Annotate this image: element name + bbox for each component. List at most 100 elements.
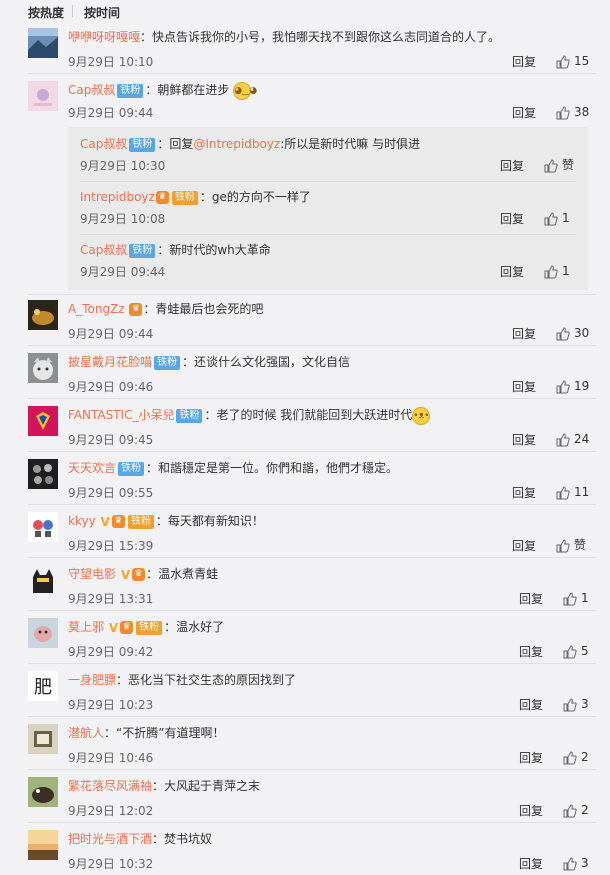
- thumbs-up-icon: [556, 432, 570, 446]
- comment-text: ：快点告诉我你的小号，我怕哪天找不到跟你这么志同道合的人了。: [140, 30, 501, 44]
- comment-content: 繁花落尽风满袖：大风起于青萍之末: [68, 777, 260, 795]
- verified-v-icon: V: [100, 514, 110, 529]
- avatar[interactable]: [28, 830, 58, 860]
- comment-content: 莫上邪 V ♛ 铁粉 ：温水好了: [68, 618, 224, 636]
- like-count: 30: [574, 326, 590, 340]
- username[interactable]: 把时光与酒下酒: [68, 832, 152, 846]
- like-button[interactable]: 2: [563, 801, 589, 819]
- like-button[interactable]: 3: [563, 695, 589, 713]
- like-button[interactable]: 19: [556, 377, 589, 395]
- like-button[interactable]: 38: [556, 103, 589, 121]
- reply-item: Intrepidboyz ♛ 铁粉 ：ge的方向不一样了 9月29日 10:08 回复…: [68, 188, 588, 235]
- username[interactable]: kkyy: [68, 514, 96, 528]
- username[interactable]: 一身肥膘: [68, 673, 116, 687]
- username[interactable]: Cap叔叔: [68, 83, 115, 97]
- thumbs-up-icon: [563, 856, 577, 870]
- divider: [28, 663, 596, 664]
- reply-button[interactable]: 回复: [512, 326, 536, 342]
- reply-button[interactable]: 回复: [500, 158, 524, 174]
- reply-button[interactable]: 回复: [512, 432, 536, 448]
- like-button[interactable]: 24: [556, 430, 589, 448]
- comment-time: 9月29日 15:39: [68, 539, 154, 553]
- reply-button[interactable]: 回复: [519, 591, 543, 607]
- thumbs-up-icon: [563, 591, 577, 605]
- like-button[interactable]: 3: [563, 854, 589, 872]
- reply-text: ：新时代的wh大革命: [157, 243, 271, 257]
- avatar[interactable]: [28, 565, 58, 595]
- like-button[interactable]: 1: [544, 209, 570, 227]
- reply-button[interactable]: 回复: [519, 856, 543, 872]
- reply-button[interactable]: 回复: [512, 538, 536, 554]
- like-button[interactable]: 15: [556, 52, 589, 70]
- reply-button[interactable]: 回复: [512, 485, 536, 501]
- avatar[interactable]: [28, 618, 58, 648]
- like-button[interactable]: 30: [556, 324, 589, 342]
- username[interactable]: Cap叔叔: [80, 243, 127, 257]
- comment-content: 潜航人：“不折腾”有道理啊！: [68, 724, 224, 742]
- username[interactable]: 披星戴月花脸喵: [68, 355, 152, 369]
- comment-item: 繁花落尽风满袖：大风起于青萍之末 9月29日 12:02 回复 2: [0, 777, 610, 823]
- comment-text: ：每天都有新知识！: [155, 514, 264, 528]
- comment-text: ：和諧穩定是第一位。你們和諧，他們才穩定。: [146, 461, 399, 475]
- reply-button[interactable]: 回复: [512, 105, 536, 121]
- comment-text: ：还谈什么文化强国，文化自信: [182, 355, 351, 369]
- avatar[interactable]: [28, 512, 58, 542]
- comment-item: 莫上邪 V ♛ 铁粉 ：温水好了 9月29日 09:42 回复 5: [0, 618, 610, 664]
- divider: [80, 234, 576, 235]
- avatar[interactable]: [28, 777, 58, 807]
- username[interactable]: 繁花落尽风满袖: [68, 779, 152, 793]
- username[interactable]: 潜航人: [68, 726, 104, 740]
- username[interactable]: Cap叔叔: [80, 137, 127, 151]
- comment-content: kkyy V ♛ 铁粉 ：每天都有新知识！: [68, 512, 264, 530]
- reply-text-2: :所以是新时代嘛 与时俱进: [280, 137, 421, 151]
- reply-button[interactable]: 回复: [519, 697, 543, 713]
- like-button[interactable]: 1: [563, 589, 589, 607]
- like-button[interactable]: 赞: [556, 536, 586, 554]
- sort-by-time-tab[interactable]: 按时间: [84, 4, 120, 21]
- avatar[interactable]: [28, 724, 58, 754]
- reply-content: Cap叔叔 铁粉 ：回复@Intrepidboyz:所以是新时代嘛 与时俱进: [80, 135, 420, 153]
- comment-item: 披星戴月花脸喵 铁粉 ：还谈什么文化强国，文化自信 9月29日 09:46 回复 1…: [0, 353, 610, 399]
- username[interactable]: 咿咿呀呀嘎嘎: [68, 30, 140, 44]
- reply-button[interactable]: 回复: [519, 750, 543, 766]
- avatar[interactable]: [28, 459, 58, 489]
- thumbs-up-icon: [556, 105, 570, 119]
- username[interactable]: 天天欢言: [68, 461, 116, 475]
- reply-button[interactable]: 回复: [500, 211, 524, 227]
- reply-button[interactable]: 回复: [519, 644, 543, 660]
- comment-text: ：温水好了: [164, 620, 225, 634]
- avatar[interactable]: 肥: [28, 671, 58, 701]
- fan-badge: 铁粉: [171, 190, 198, 205]
- thumbs-up-icon: [556, 326, 570, 340]
- comment-time: 9月29日 09:45: [68, 433, 154, 447]
- comment-content: 咿咿呀呀嘎嘎：快点告诉我你的小号，我怕哪天找不到跟你这么志同道合的人了。: [68, 28, 500, 46]
- username[interactable]: 莫上邪: [68, 620, 104, 634]
- username[interactable]: A_TongZz: [68, 302, 125, 316]
- username[interactable]: 守望电影: [68, 567, 116, 581]
- mention-link[interactable]: @Intrepidboyz: [193, 137, 280, 151]
- like-button[interactable]: 11: [556, 483, 589, 501]
- like-button[interactable]: 赞: [544, 156, 574, 174]
- reply-button[interactable]: 回复: [500, 264, 524, 280]
- username[interactable]: Intrepidboyz: [80, 190, 155, 204]
- avatar[interactable]: [28, 81, 58, 111]
- comment-content: 把时光与酒下酒：焚书坑奴: [68, 830, 212, 848]
- avatar[interactable]: [28, 406, 58, 436]
- reply-button[interactable]: 回复: [512, 54, 536, 70]
- like-count: 15: [574, 54, 590, 68]
- avatar[interactable]: [28, 353, 58, 383]
- comment-content: Cap叔叔 铁粉 ：朝鲜都在进步 ◕‿◕: [68, 81, 257, 100]
- sort-by-hot-tab[interactable]: 按热度: [28, 4, 64, 21]
- like-button[interactable]: 2: [563, 748, 589, 766]
- username[interactable]: FANTASTIC_小呆兒: [68, 408, 174, 422]
- divider: [28, 345, 596, 346]
- reply-button[interactable]: 回复: [512, 379, 536, 395]
- comment-time: 9月29日 10:46: [68, 751, 154, 765]
- reply-button[interactable]: 回复: [519, 803, 543, 819]
- avatar[interactable]: [28, 300, 58, 330]
- comment-content: 守望电影 V ♛ ：温水煮青蛙: [68, 565, 218, 583]
- like-button[interactable]: 1: [544, 262, 570, 280]
- like-count: 赞: [562, 158, 575, 172]
- avatar[interactable]: [28, 28, 58, 58]
- like-button[interactable]: 5: [563, 642, 589, 660]
